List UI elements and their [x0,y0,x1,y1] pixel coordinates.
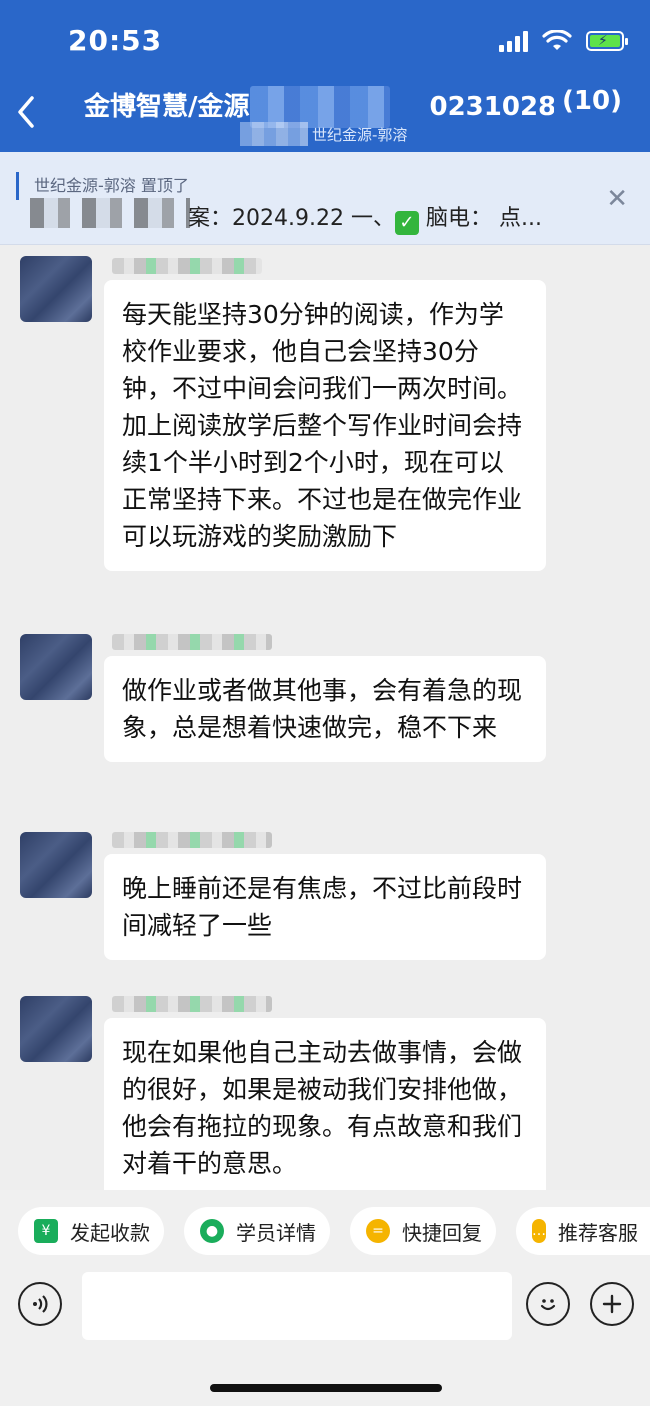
quick-action-recommend-service[interactable]: … 推荐客服 [516,1207,650,1255]
redacted-subtitle-blur [240,122,308,146]
quick-action-label: 学员详情 [236,1220,316,1245]
pinned-text-prefix: 案：2024.9.22 一、 [188,206,395,231]
avatar[interactable] [20,832,92,898]
pinned-text-suffix: 脑电： 点... [425,206,542,231]
sender-name-blur [112,258,262,274]
service-icon: … [532,1219,546,1243]
avatar[interactable] [20,256,92,322]
wifi-icon [542,30,572,50]
message-input[interactable] [82,1272,512,1340]
quick-action-student-details[interactable]: ● 学员详情 [184,1207,330,1255]
quick-action-quick-reply[interactable]: = 快捷回复 [350,1207,496,1255]
close-icon[interactable]: ✕ [606,184,628,214]
message-item: 每天能坚持30分钟的阅读，作为学校作业要求，他自己会坚持30分钟，不过中间会问我… [0,244,650,604]
voice-icon[interactable] [18,1282,62,1326]
message-item: 现在如果他自己主动去做事情，会做的很好，如果是被动我们安排他做，他会有拖拉的现象… [0,990,650,1190]
emoji-icon[interactable] [526,1282,570,1326]
chat-title-tail: 0231028/... [429,92,555,122]
pinned-label: 世纪金源-郭溶 置顶了 [34,176,189,195]
avatar[interactable] [20,996,92,1062]
user-icon: ● [200,1219,224,1243]
chat-subtitle: 世纪金源-郭溶 [312,126,408,144]
pinned-message[interactable]: 世纪金源-郭溶 置顶了 案：2024.9.22 一、 ✓ 脑电： 点... ✕ [0,152,650,245]
sender-name-blur [112,832,272,848]
sender-name-blur [112,634,272,650]
quick-actions-bar: ¥ 发起收款 ● 学员详情 = 快捷回复 … 推荐客服 [0,1190,650,1272]
signal-icon [499,30,528,52]
avatar[interactable] [20,634,92,700]
member-count: (10) [562,86,622,116]
yen-icon: ¥ [34,1219,58,1243]
plus-icon[interactable] [590,1282,634,1326]
back-chevron-icon[interactable] [12,90,42,134]
status-icons: ⚡ [499,30,628,52]
input-bar [0,1272,650,1406]
status-time: 20:53 [68,24,163,57]
chat-icon: = [366,1219,390,1243]
message-bubble[interactable]: 做作业或者做其他事，会有着急的现象，总是想着快速做完，稳不下来 [104,656,546,762]
battery-icon: ⚡ [586,31,628,51]
sender-name-blur [112,996,272,1012]
quick-action-label: 快捷回复 [402,1220,482,1245]
home-indicator [210,1384,442,1392]
header-bar: 20:53 ⚡ 金博智慧/金源 0231028/... (10) 世纪金源-郭溶 [0,0,650,152]
message-item: 做作业或者做其他事，会有着急的现象，总是想着快速做完，稳不下来 [0,624,650,794]
redacted-pinned-blur [30,198,190,228]
quick-action-label: 发起收款 [70,1220,150,1245]
check-icon: ✓ [394,211,419,235]
quick-action-collect-payment[interactable]: ¥ 发起收款 [18,1207,164,1255]
message-bubble[interactable]: 晚上睡前还是有焦虑，不过比前段时间减轻了一些 [104,854,546,960]
pinned-accent-bar [16,172,19,200]
quick-action-label: 推荐客服 [558,1220,638,1245]
message-bubble[interactable]: 每天能坚持30分钟的阅读，作为学校作业要求，他自己会坚持30分钟，不过中间会问我… [104,280,546,571]
message-bubble[interactable]: 现在如果他自己主动去做事情，会做的很好，如果是被动我们安排他做，他会有拖拉的现象… [104,1018,546,1190]
message-item: 晚上睡前还是有焦虑，不过比前段时间减轻了一些 [0,824,650,964]
chat-title-text: 金博智慧/金源 [84,92,250,122]
